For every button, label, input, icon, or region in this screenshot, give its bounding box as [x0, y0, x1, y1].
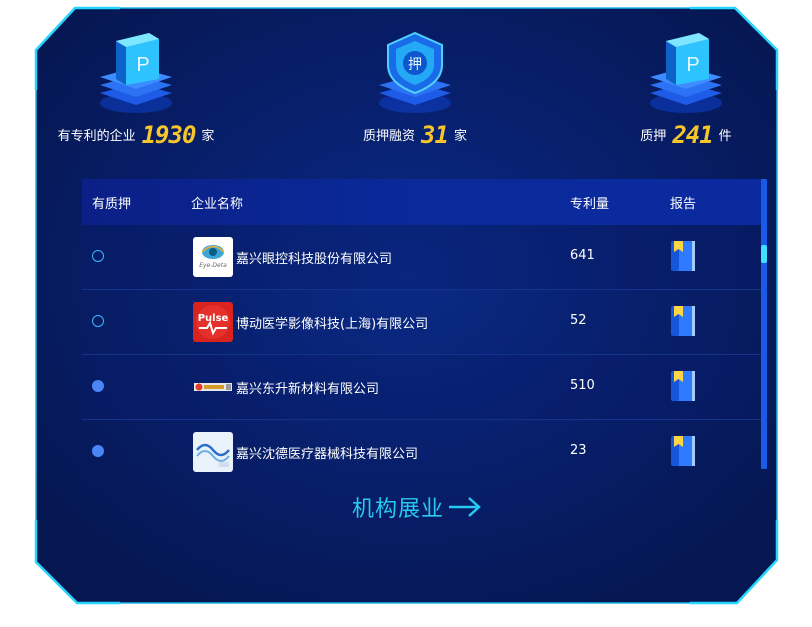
header-pledge: 有质押 — [92, 197, 132, 212]
pledge-status-indicator — [92, 380, 104, 392]
header-name: 企业名称 — [191, 197, 244, 212]
table-row[interactable]: 嘉兴东升新材料有限公司 510 — [82, 355, 762, 420]
table-header: 有质押 企业名称 专利量 报告 — [82, 179, 762, 225]
enterprise-name[interactable]: 嘉兴眼控科技股份有限公司 — [236, 248, 392, 267]
eye-logo: Eye-Deta — [193, 237, 233, 277]
patent-count: 23 — [570, 443, 587, 458]
patent-count: 641 — [570, 248, 595, 263]
pledge-status-indicator — [92, 315, 104, 327]
pledge-status-indicator — [92, 250, 104, 262]
expand-label[interactable]: 机构展业 — [352, 491, 444, 523]
arrow-right-icon — [449, 497, 481, 517]
stat-unit: 件 — [718, 129, 732, 144]
enterprise-name[interactable]: 博动医学影像科技(上海)有限公司 — [236, 313, 428, 332]
svg-text:P: P — [686, 54, 699, 76]
enterprise-name[interactable]: 嘉兴沈德医疗器械科技有限公司 — [236, 443, 418, 462]
table-row[interactable]: Eye-Deta 嘉兴眼控科技股份有限公司 641 — [82, 225, 762, 290]
header-report: 报告 — [670, 197, 697, 212]
pulse-logo: Pulse — [193, 302, 233, 342]
stat-value: 1930 — [141, 121, 197, 149]
enterprise-table: 有质押 企业名称 专利量 报告 Eye-Deta 嘉兴眼控科技股份有限公司 64… — [82, 179, 762, 474]
stat-label: 质押 — [640, 129, 667, 144]
stat-unit: 家 — [453, 129, 467, 144]
patent-cube-icon: P — [650, 33, 722, 113]
report-icon[interactable] — [670, 305, 696, 337]
shende-logo — [193, 432, 233, 472]
stat-value: 31 — [421, 121, 449, 149]
stat-unit: 家 — [201, 129, 215, 144]
scrollbar-thumb[interactable] — [761, 245, 767, 263]
pledge-status-indicator — [92, 445, 104, 457]
stat-value: 241 — [672, 121, 713, 149]
svg-text:Eye-Deta: Eye-Deta — [199, 262, 227, 269]
patent-count: 510 — [570, 378, 595, 393]
table-row[interactable]: 嘉兴沈德医疗器械科技有限公司 23 — [82, 420, 762, 474]
svg-text:P: P — [136, 54, 149, 76]
table-row[interactable]: Pulse 博动医学影像科技(上海)有限公司 52 — [82, 290, 762, 355]
patent-cube-icon: P — [100, 33, 172, 113]
header-count: 专利量 — [570, 197, 610, 212]
dongsheng-logo — [193, 367, 233, 407]
enterprise-name[interactable]: 嘉兴东升新材料有限公司 — [236, 378, 379, 397]
patent-count: 52 — [570, 313, 587, 328]
stat-pledge-financing: 押 质押融资 31 家 — [295, 9, 535, 169]
stat-pledged-patents: P 质押 241 件 — [566, 9, 806, 169]
stat-patent-enterprises: P 有专利的企业 1930 家 — [16, 9, 256, 169]
report-icon[interactable] — [670, 240, 696, 272]
report-icon[interactable] — [670, 370, 696, 402]
stat-label: 质押融资 — [363, 129, 416, 144]
pledge-shield-icon: 押 — [379, 31, 451, 113]
stat-label: 有专利的企业 — [57, 129, 136, 144]
pledge-char: 押 — [408, 57, 422, 73]
patent-panel: P 有专利的企业 1930 家 押 质押融资 31 家 P 质押 241 件 有… — [36, 9, 778, 603]
svg-text:Pulse: Pulse — [198, 313, 229, 324]
expand-link[interactable]: 机构展业 — [352, 490, 482, 524]
report-icon[interactable] — [670, 435, 696, 467]
table-scrollbar[interactable] — [761, 179, 767, 469]
